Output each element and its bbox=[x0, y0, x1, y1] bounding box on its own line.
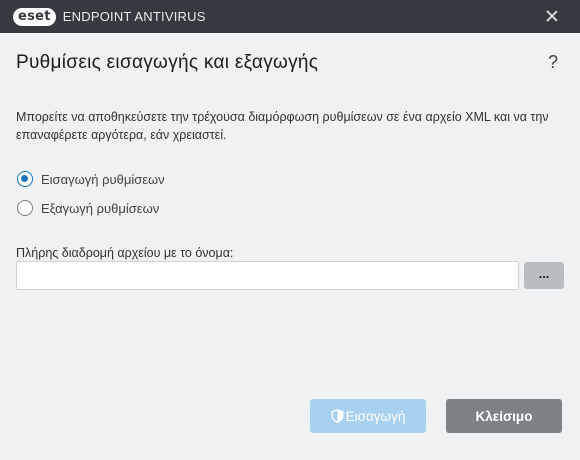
eset-logo: eset bbox=[13, 7, 56, 26]
radio-export[interactable] bbox=[17, 200, 33, 216]
export-settings-option[interactable]: Εξαγωγή ρυθμίσεων bbox=[17, 200, 159, 216]
close-button-label: Κλείσιμο bbox=[475, 408, 533, 424]
shield-icon bbox=[331, 409, 344, 423]
file-path-input[interactable] bbox=[16, 261, 519, 290]
file-path-label: Πλήρης διαδρομή αρχείου με το όνομα: bbox=[16, 246, 234, 260]
import-button[interactable]: Εισαγωγή bbox=[310, 399, 426, 433]
help-icon[interactable]: ? bbox=[548, 52, 558, 73]
description-text: Μπορείτε να αποθηκεύσετε την τρέχουσα δι… bbox=[16, 110, 549, 142]
page-title: Ρυθμίσεις εισαγωγής και εξαγωγής bbox=[16, 52, 319, 73]
title-bar: eset ENDPOINT ANTIVIRUS bbox=[0, 0, 580, 33]
close-icon[interactable] bbox=[544, 8, 560, 24]
browse-button[interactable]: ... bbox=[524, 262, 564, 289]
close-button[interactable]: Κλείσιμο bbox=[446, 399, 562, 433]
import-settings-label: Εισαγωγή ρυθμίσεων bbox=[41, 171, 165, 187]
logo-text: eset bbox=[18, 9, 51, 24]
product-name: ENDPOINT ANTIVIRUS bbox=[62, 9, 206, 24]
export-settings-label: Εξαγωγή ρυθμίσεων bbox=[41, 200, 160, 216]
radio-import[interactable] bbox=[17, 171, 33, 187]
import-settings-option[interactable]: Εισαγωγή ρυθμίσεων bbox=[17, 171, 165, 187]
import-button-label: Εισαγωγή bbox=[345, 408, 406, 424]
